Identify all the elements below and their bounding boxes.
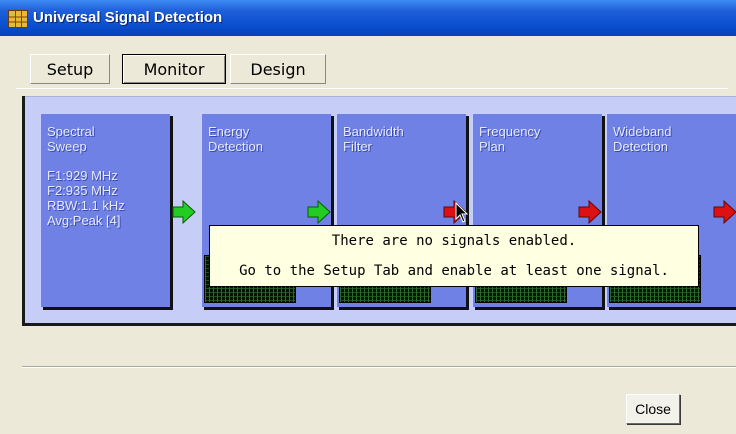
tab-design[interactable]: Design bbox=[230, 54, 326, 84]
block-params: F1:929 MHz F2:935 MHz RBW:1.1 kHz Avg:Pe… bbox=[47, 168, 125, 228]
arrow-right-icon bbox=[172, 200, 196, 224]
app-icon bbox=[8, 10, 28, 28]
block-title: Frequency Plan bbox=[479, 124, 541, 154]
mouse-cursor-icon bbox=[455, 202, 469, 223]
arrow-right-icon bbox=[578, 200, 602, 224]
no-signals-tooltip: There are no signals enabled. Go to the … bbox=[209, 225, 699, 287]
tab-monitor[interactable]: Monitor bbox=[122, 54, 226, 84]
arrow-right-icon bbox=[307, 200, 331, 224]
tooltip-line-1: There are no signals enabled. bbox=[331, 233, 577, 249]
block-title: Wideband Detection bbox=[613, 124, 672, 154]
block-title: Energy Detection bbox=[208, 124, 263, 154]
arrow-right-icon bbox=[713, 200, 736, 224]
close-button[interactable]: Close bbox=[626, 394, 680, 424]
block-title: Spectral Sweep bbox=[47, 124, 95, 154]
block-spectral-sweep[interactable]: Spectral Sweep F1:929 MHz F2:935 MHz RBW… bbox=[40, 113, 170, 307]
panel-border-left bbox=[22, 96, 25, 326]
block-title: Bandwidth Filter bbox=[343, 124, 404, 154]
window-title: Universal Signal Detection bbox=[33, 9, 223, 26]
tab-bar: Setup Monitor Design bbox=[16, 54, 728, 89]
tab-setup[interactable]: Setup bbox=[30, 54, 110, 84]
title-bar[interactable]: Universal Signal Detection bbox=[0, 0, 736, 36]
tooltip-line-2: Go to the Setup Tab and enable at least … bbox=[239, 263, 669, 279]
separator-highlight bbox=[22, 367, 736, 368]
panel-border-bottom bbox=[22, 323, 736, 326]
